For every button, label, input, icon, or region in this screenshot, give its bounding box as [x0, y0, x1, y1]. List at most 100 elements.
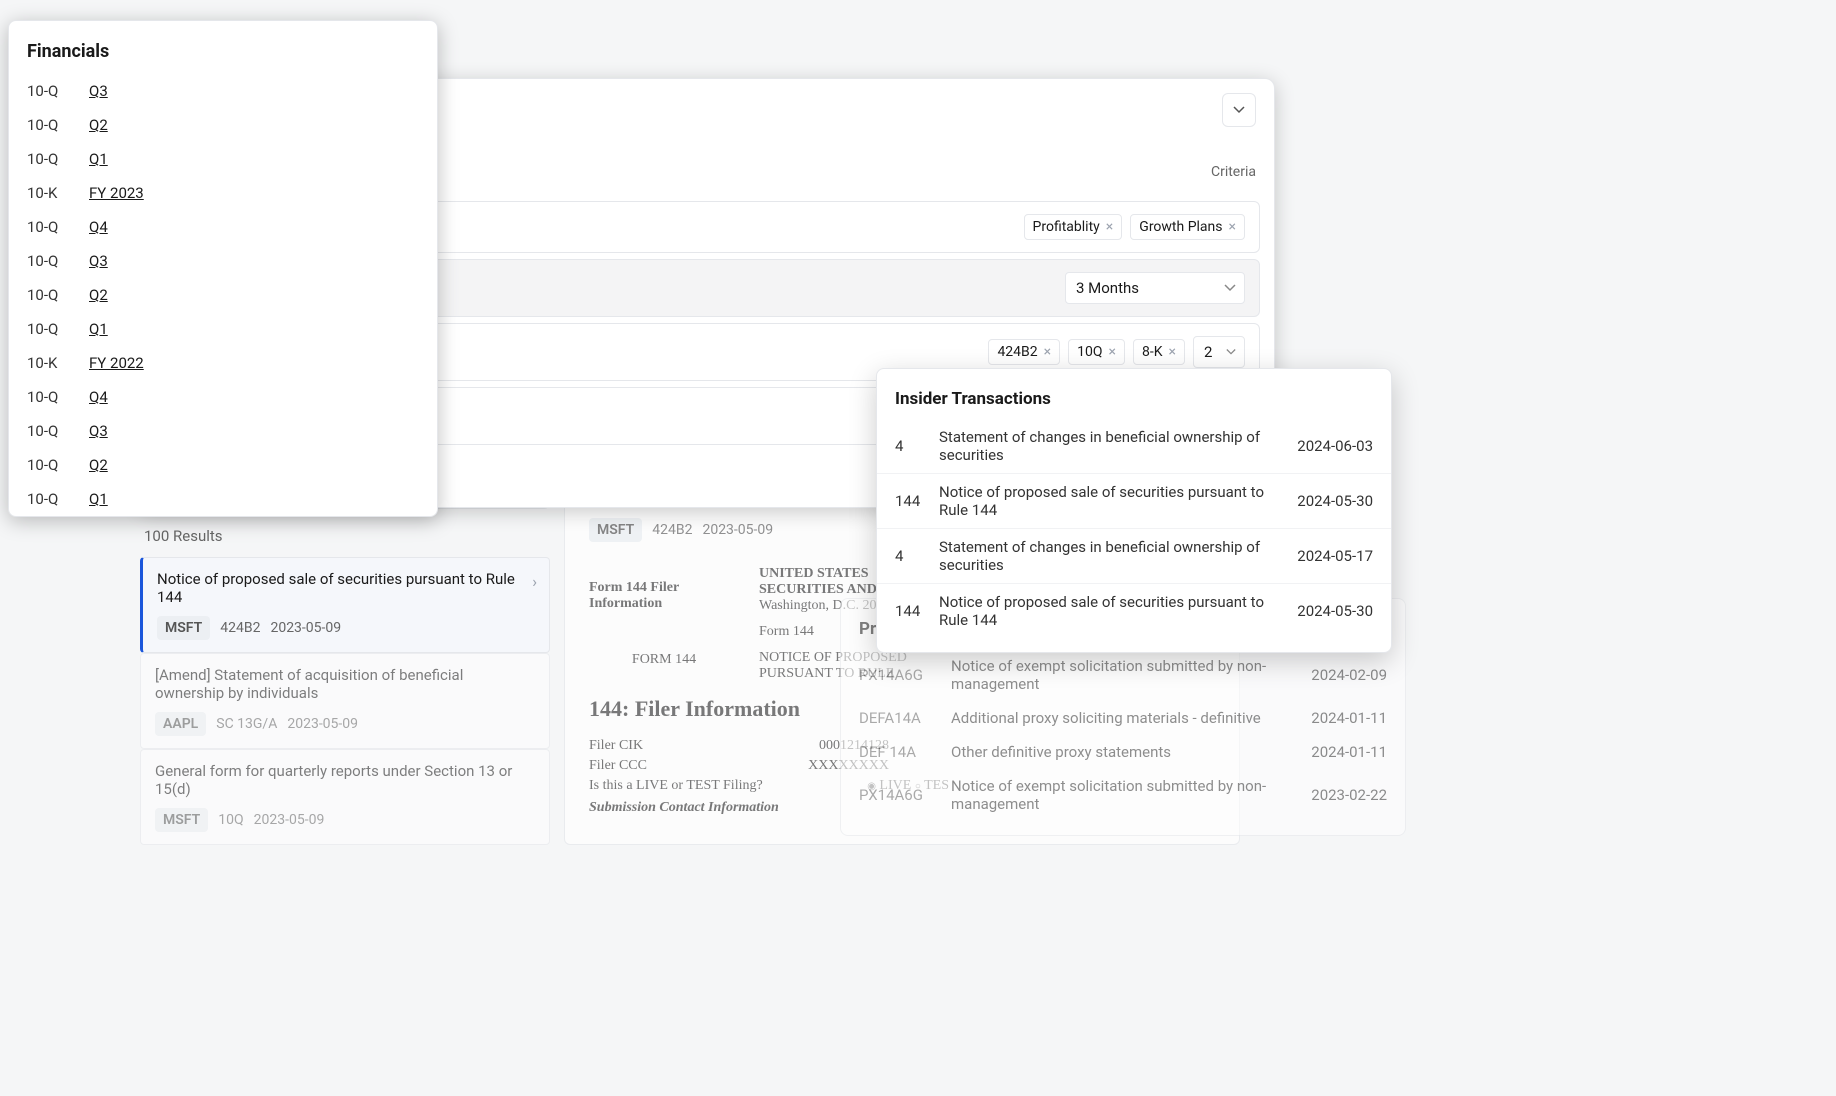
financials-row[interactable]: 10-QQ2: [9, 448, 437, 482]
proxy-row[interactable]: DEFA14A Additional proxy soliciting mater…: [841, 701, 1405, 735]
proxy-code: DEF 14A: [859, 743, 937, 761]
filing-period-link[interactable]: Q2: [89, 286, 108, 304]
chevron-right-icon: ›: [532, 572, 537, 591]
ticker-badge: AAPL: [155, 712, 206, 736]
insider-date: 2024-05-30: [1297, 492, 1373, 510]
insider-date: 2024-06-03: [1297, 437, 1373, 455]
date-range-select[interactable]: 3 Months: [1065, 272, 1245, 304]
insider-code: 144: [895, 602, 925, 620]
filing-period-link[interactable]: Q1: [89, 320, 108, 338]
chip-424b2[interactable]: 424B2×: [988, 339, 1060, 365]
filing-type: 10-Q: [27, 456, 89, 474]
insider-desc: Statement of changes in beneficial owner…: [939, 428, 1283, 464]
financials-row[interactable]: 10-QQ3: [9, 244, 437, 278]
form-badge: SC 13G/A: [216, 716, 277, 732]
results-list-panel: Sort results 100 Results Notice of propo…: [140, 468, 550, 845]
financials-row[interactable]: 10-QQ3: [9, 74, 437, 108]
filing-period-link[interactable]: Q1: [89, 490, 108, 508]
filing-type: 10-Q: [27, 82, 89, 100]
result-item[interactable]: General form for quarterly reports under…: [140, 749, 550, 845]
criteria-label: Criteria: [1211, 164, 1256, 180]
doc-form: 424B2: [652, 522, 692, 538]
result-date: 2023-05-09: [254, 812, 325, 828]
remove-chip-icon[interactable]: ×: [1109, 344, 1116, 360]
proxy-desc: Other definitive proxy statements: [951, 743, 1297, 761]
chevron-down-icon: [1224, 284, 1236, 292]
financials-row[interactable]: 10-QQ1: [9, 312, 437, 346]
proxy-desc: Additional proxy soliciting materials - …: [951, 709, 1297, 727]
proxy-desc: Notice of exempt solicitation submitted …: [951, 777, 1297, 813]
chip-growth-plans[interactable]: Growth Plans×: [1130, 214, 1245, 240]
filing-period-link[interactable]: Q4: [89, 388, 108, 406]
filing-period-link[interactable]: Q4: [89, 218, 108, 236]
insider-row[interactable]: 144 Notice of proposed sale of securities…: [877, 583, 1391, 638]
financials-row[interactable]: 10-QQ2: [9, 108, 437, 142]
insider-row[interactable]: 4 Statement of changes in beneficial owne…: [877, 419, 1391, 473]
insider-transactions-card: Insider Transactions 4 Statement of chang…: [876, 368, 1392, 653]
form-badge: 424B2: [220, 620, 260, 636]
chevron-down-icon: [1233, 106, 1245, 114]
financials-row[interactable]: 10-QQ1: [9, 142, 437, 176]
filing-period-link[interactable]: FY 2022: [89, 354, 144, 372]
chip-8k[interactable]: 8-K×: [1133, 339, 1185, 365]
financials-row[interactable]: 10-QQ1: [9, 482, 437, 516]
financials-row[interactable]: 10-KFY 2022: [9, 346, 437, 380]
filing-period-link[interactable]: Q1: [89, 150, 108, 168]
insider-row[interactable]: 4Statement of changes in beneficial owne…: [877, 528, 1391, 583]
filing-type: 10-Q: [27, 150, 89, 168]
form-type-more[interactable]: 2: [1193, 336, 1245, 368]
insider-desc: Notice of proposed sale of securities pu…: [939, 483, 1283, 519]
result-item[interactable]: Notice of proposed sale of securities pu…: [140, 557, 550, 653]
filing-period-link[interactable]: Q3: [89, 252, 108, 270]
remove-chip-icon[interactable]: ×: [1169, 344, 1176, 360]
filing-type: 10-Q: [27, 116, 89, 134]
chevron-down-icon: [1226, 349, 1236, 356]
proxy-code: DEFA14A: [859, 709, 937, 727]
insider-date: 2024-05-30: [1297, 602, 1373, 620]
filing-type: 10-Q: [27, 490, 89, 508]
form-144-caps: FORM 144: [589, 652, 739, 668]
filing-period-link[interactable]: Q2: [89, 456, 108, 474]
insider-desc: Statement of changes in beneficial owner…: [939, 538, 1283, 574]
financials-row[interactable]: 10-KFY 2023: [9, 176, 437, 210]
proxy-date: 2024-01-11: [1311, 709, 1387, 727]
filing-period-link[interactable]: FY 2023: [89, 184, 144, 202]
financials-title: Financials: [9, 21, 437, 74]
financials-row[interactable]: 10-QQ2: [9, 278, 437, 312]
filing-type: 10-Q: [27, 252, 89, 270]
financials-row[interactable]: 10-QQ4: [9, 210, 437, 244]
remove-chip-icon[interactable]: ×: [1229, 219, 1236, 235]
insider-row[interactable]: 144 Notice of proposed sale of securities…: [877, 473, 1391, 528]
insider-title: Insider Transactions: [877, 383, 1391, 419]
insider-desc: Notice of proposed sale of securities pu…: [939, 593, 1283, 629]
financials-row[interactable]: 10-QQ3: [9, 414, 437, 448]
filing-type: 10-K: [27, 184, 89, 202]
remove-chip-icon[interactable]: ×: [1044, 344, 1051, 360]
financials-list: 10-QQ310-QQ210-QQ110-KFY 202310-QQ410-QQ…: [9, 74, 437, 516]
result-date: 2023-05-09: [287, 716, 358, 732]
filing-period-link[interactable]: Q3: [89, 82, 108, 100]
financials-row[interactable]: 10-QQ4: [9, 380, 437, 414]
ticker-badge: MSFT: [157, 616, 210, 640]
chip-10q[interactable]: 10Q×: [1068, 339, 1125, 365]
doc-date: 2023-05-09: [702, 522, 773, 538]
insider-code: 4: [895, 437, 925, 455]
proxy-row[interactable]: PX14A6G Notice of exempt solicitation sub…: [841, 769, 1405, 821]
result-title: General form for quarterly reports under…: [155, 762, 535, 798]
filing-period-link[interactable]: Q2: [89, 116, 108, 134]
results-count: 100 Results: [140, 515, 550, 557]
result-item[interactable]: [Amend] Statement of acquisition of bene…: [140, 653, 550, 749]
proxy-desc: Notice of exempt solicitation submitted …: [951, 657, 1297, 693]
collapse-button[interactable]: [1222, 93, 1256, 127]
result-title: Notice of proposed sale of securities pu…: [157, 570, 535, 606]
chip-profitability[interactable]: Profitablity×: [1024, 214, 1123, 240]
filing-period-link[interactable]: Q3: [89, 422, 108, 440]
insider-code: 144: [895, 492, 925, 510]
proxy-row[interactable]: PX14A6GNotice of exempt solicitation sub…: [841, 649, 1405, 701]
proxy-row[interactable]: DEF 14A Other definitive proxy statements…: [841, 735, 1405, 769]
proxy-date: 2024-02-09: [1311, 666, 1387, 684]
proxy-date: 2024-01-11: [1311, 743, 1387, 761]
remove-chip-icon[interactable]: ×: [1106, 219, 1113, 235]
proxy-code: PX14A6G: [859, 786, 937, 804]
insider-date: 2024-05-17: [1297, 547, 1373, 565]
